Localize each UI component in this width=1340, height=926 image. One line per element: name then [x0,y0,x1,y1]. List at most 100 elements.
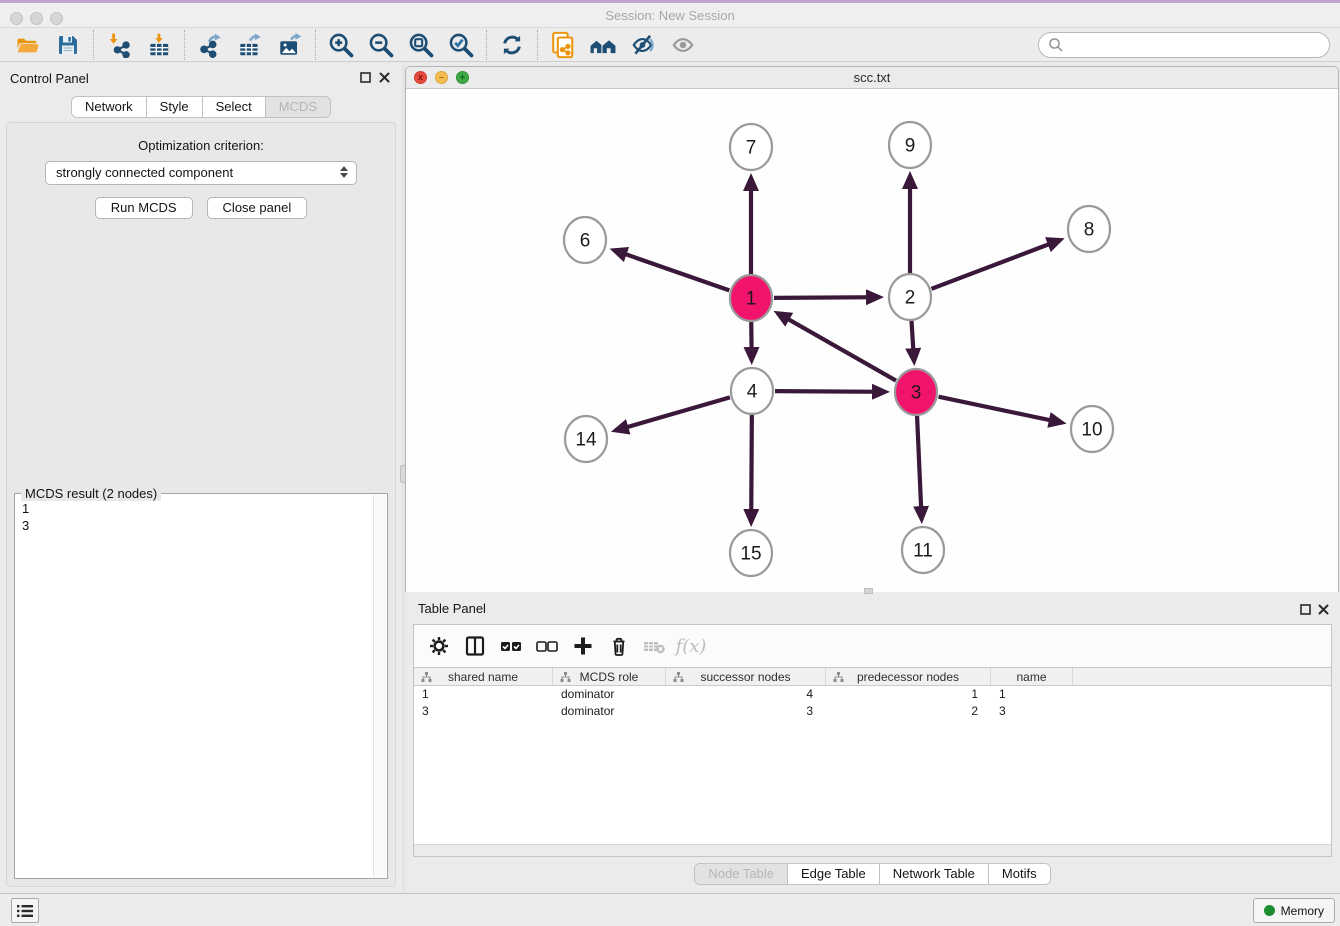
window-controls[interactable] [10,12,63,25]
tab-node-table[interactable]: Node Table [695,864,788,884]
hide-selected-icon[interactable] [623,30,663,61]
maximize-window-icon[interactable] [50,12,63,25]
criterion-select[interactable]: strongly connected component [45,161,357,185]
deselect-all-icon[interactable] [532,631,562,661]
run-mcds-button[interactable]: Run MCDS [95,197,193,219]
node-table: f(x) shared nameMCDS rolesuccessor nodes… [413,624,1332,857]
svg-text:1: 1 [746,289,757,310]
node-3[interactable]: 3 [895,369,937,415]
table-row[interactable]: 1dominator411 [414,686,1331,703]
close-panel-icon[interactable] [377,70,391,84]
node-1[interactable]: 1 [730,275,772,321]
delete-icon[interactable] [604,631,634,661]
column-header-MCDS-role[interactable]: MCDS role [553,668,666,685]
tab-edge-table[interactable]: Edge Table [788,864,880,884]
tab-motifs[interactable]: Motifs [989,864,1050,884]
control-panel-tabs: NetworkStyleSelectMCDS [71,96,331,118]
optimization-criterion-label: Optimization criterion: [7,138,395,153]
edge-2-3[interactable] [911,320,914,361]
columns-icon[interactable] [460,631,490,661]
node-2[interactable]: 2 [889,274,931,320]
edge-4-15[interactable] [751,414,752,522]
node-14[interactable]: 14 [565,416,607,462]
export-image-icon[interactable] [270,30,310,61]
edge-3-1[interactable] [778,313,896,380]
svg-text:6: 6 [580,231,591,252]
edge-4-14[interactable] [616,397,730,430]
toolbar-separator [486,30,487,60]
control-panel: Control Panel NetworkStyleSelectMCDS Opt… [0,62,402,893]
zoom-in-icon[interactable] [321,30,361,61]
node-10[interactable]: 10 [1071,406,1113,452]
node-4[interactable]: 4 [731,368,773,414]
tab-select[interactable]: Select [203,97,266,117]
refresh-icon[interactable] [492,30,532,61]
tab-network[interactable]: Network [72,97,147,117]
column-header-name[interactable]: name [991,668,1073,685]
gear-icon[interactable] [424,631,454,661]
float-panel-icon[interactable] [358,70,372,84]
zoom-out-icon[interactable] [361,30,401,61]
edge-3-10[interactable] [939,397,1062,423]
mcds-panel: Optimization criterion: strongly connect… [6,122,396,887]
svg-text:7: 7 [746,138,757,159]
search-field[interactable] [1038,32,1330,58]
close-panel-button[interactable]: Close panel [207,197,308,219]
tab-mcds[interactable]: MCDS [266,97,330,117]
search-input[interactable] [1064,38,1329,53]
memory-button[interactable]: Memory [1253,898,1335,923]
node-7[interactable]: 7 [730,124,772,170]
network-maximize-icon[interactable]: + [456,71,469,84]
memory-status-icon [1264,905,1275,916]
zoom-fit-icon[interactable] [401,30,441,61]
table-panel: Table Panel [405,595,1340,888]
tab-network-table[interactable]: Network Table [880,864,989,884]
edge-2-8[interactable] [932,240,1061,289]
export-network-icon[interactable] [190,30,230,61]
memory-label: Memory [1281,904,1324,918]
zoom-selected-icon[interactable] [441,30,481,61]
save-icon[interactable] [48,30,88,61]
node-11[interactable]: 11 [902,527,944,573]
titlebar: Session: New Session [0,3,1340,28]
table-cell: dominator [553,686,666,703]
network-close-icon[interactable]: x [414,71,427,84]
frame-resize-handle[interactable] [864,588,873,594]
edge-1-2[interactable] [774,297,879,298]
table-row[interactable]: 3dominator323 [414,703,1331,720]
first-neighbors-icon[interactable] [583,30,623,61]
task-list-button[interactable] [11,898,39,923]
node-8[interactable]: 8 [1068,206,1110,252]
column-header-successor-nodes[interactable]: successor nodes [666,668,826,685]
clone-network-icon[interactable] [543,30,583,61]
edge-3-11[interactable] [917,415,922,519]
column-header-shared-name[interactable]: shared name [414,668,553,685]
network-canvas[interactable]: 7 9 6 8 1 2 4 3 14 10 15 11 [406,89,1338,592]
search-icon [1048,37,1064,53]
table-hscrollbar[interactable] [414,844,1331,856]
node-6[interactable]: 6 [564,217,606,263]
show-all-icon[interactable] [663,30,703,61]
edge-4-3[interactable] [775,391,885,392]
edge-1-6[interactable] [614,250,729,290]
add-icon[interactable] [568,631,598,661]
table-cell: 4 [666,686,826,703]
network-window-titlebar[interactable]: x – + scc.txt [406,67,1338,89]
column-header-predecessor-nodes[interactable]: predecessor nodes [826,668,991,685]
open-folder-icon[interactable] [8,30,48,61]
node-15[interactable]: 15 [730,530,772,576]
node-9[interactable]: 9 [889,122,931,168]
result-scrollbar[interactable] [373,495,386,877]
network-minimize-icon[interactable]: – [435,71,448,84]
import-network-icon[interactable] [99,30,139,61]
table-cell: 3 [666,703,826,720]
minimize-window-icon[interactable] [30,12,43,25]
float-table-panel-icon[interactable] [1298,602,1312,616]
export-table-icon[interactable] [230,30,270,61]
import-table-icon[interactable] [139,30,179,61]
table-panel-title: Table Panel [418,601,486,616]
tab-style[interactable]: Style [147,97,203,117]
select-all-icon[interactable] [496,631,526,661]
close-table-panel-icon[interactable] [1316,602,1330,616]
close-window-icon[interactable] [10,12,23,25]
